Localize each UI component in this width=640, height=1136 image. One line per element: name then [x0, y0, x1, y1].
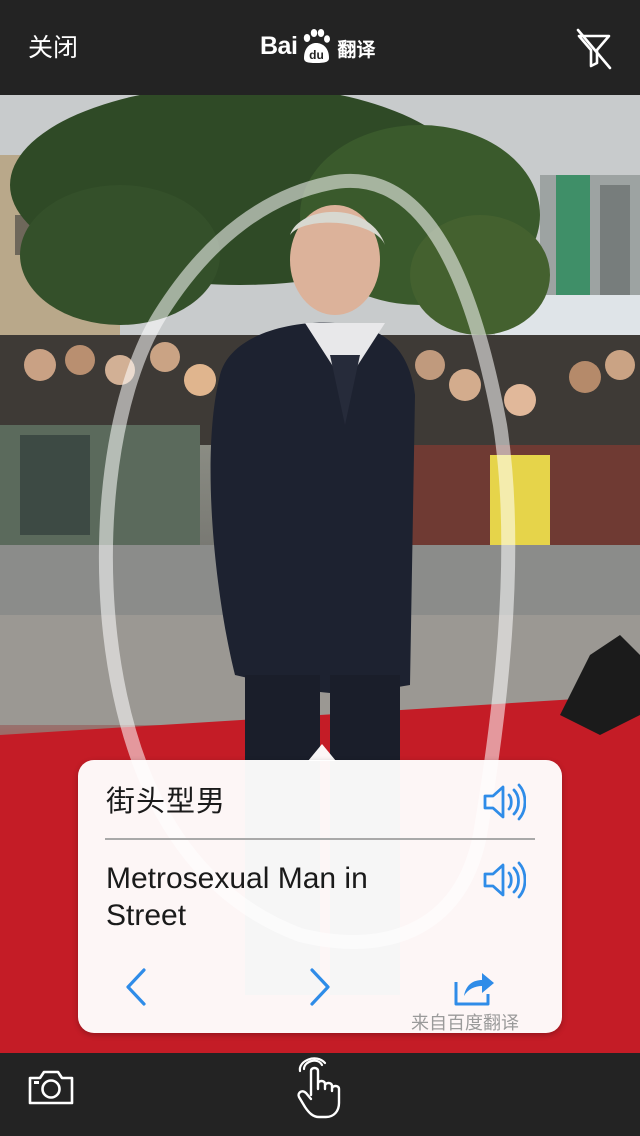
speaker-icon[interactable] — [482, 782, 526, 822]
top-bar: 关闭 Bai du 翻译 — [0, 0, 640, 96]
baidu-translate-logo: Bai du 翻译 — [260, 24, 375, 68]
card-pointer — [308, 744, 336, 761]
translate-screen: 关闭 Bai du 翻译 街头型男 Metrosexual Man in Str… — [0, 0, 640, 1136]
close-button[interactable]: 关闭 — [28, 30, 78, 66]
card-divider — [105, 838, 535, 840]
logo-text-bai: Bai — [260, 31, 298, 60]
translation-text: Metrosexual Man in Street — [106, 862, 368, 932]
speaker-icon[interactable] — [482, 860, 526, 900]
share-icon[interactable] — [452, 968, 496, 1008]
camera-icon[interactable] — [26, 1067, 76, 1107]
baidu-paw-icon: du — [304, 29, 331, 63]
logo-paw-text: du — [310, 48, 325, 62]
chevron-left-icon[interactable] — [122, 967, 150, 1007]
source-text: 街头型男 — [106, 784, 227, 818]
attribution-text: 来自百度翻译 — [411, 1013, 519, 1034]
logo-text-fanyi: 翻译 — [337, 38, 376, 61]
hand-pointer-icon[interactable] — [292, 1055, 348, 1119]
no-filter-icon[interactable] — [574, 28, 614, 70]
chevron-right-icon[interactable] — [306, 967, 334, 1007]
bottom-bar — [0, 1053, 640, 1136]
translation-card: 街头型男 Metrosexual Man in Street 来自百度翻译 — [78, 760, 562, 1034]
